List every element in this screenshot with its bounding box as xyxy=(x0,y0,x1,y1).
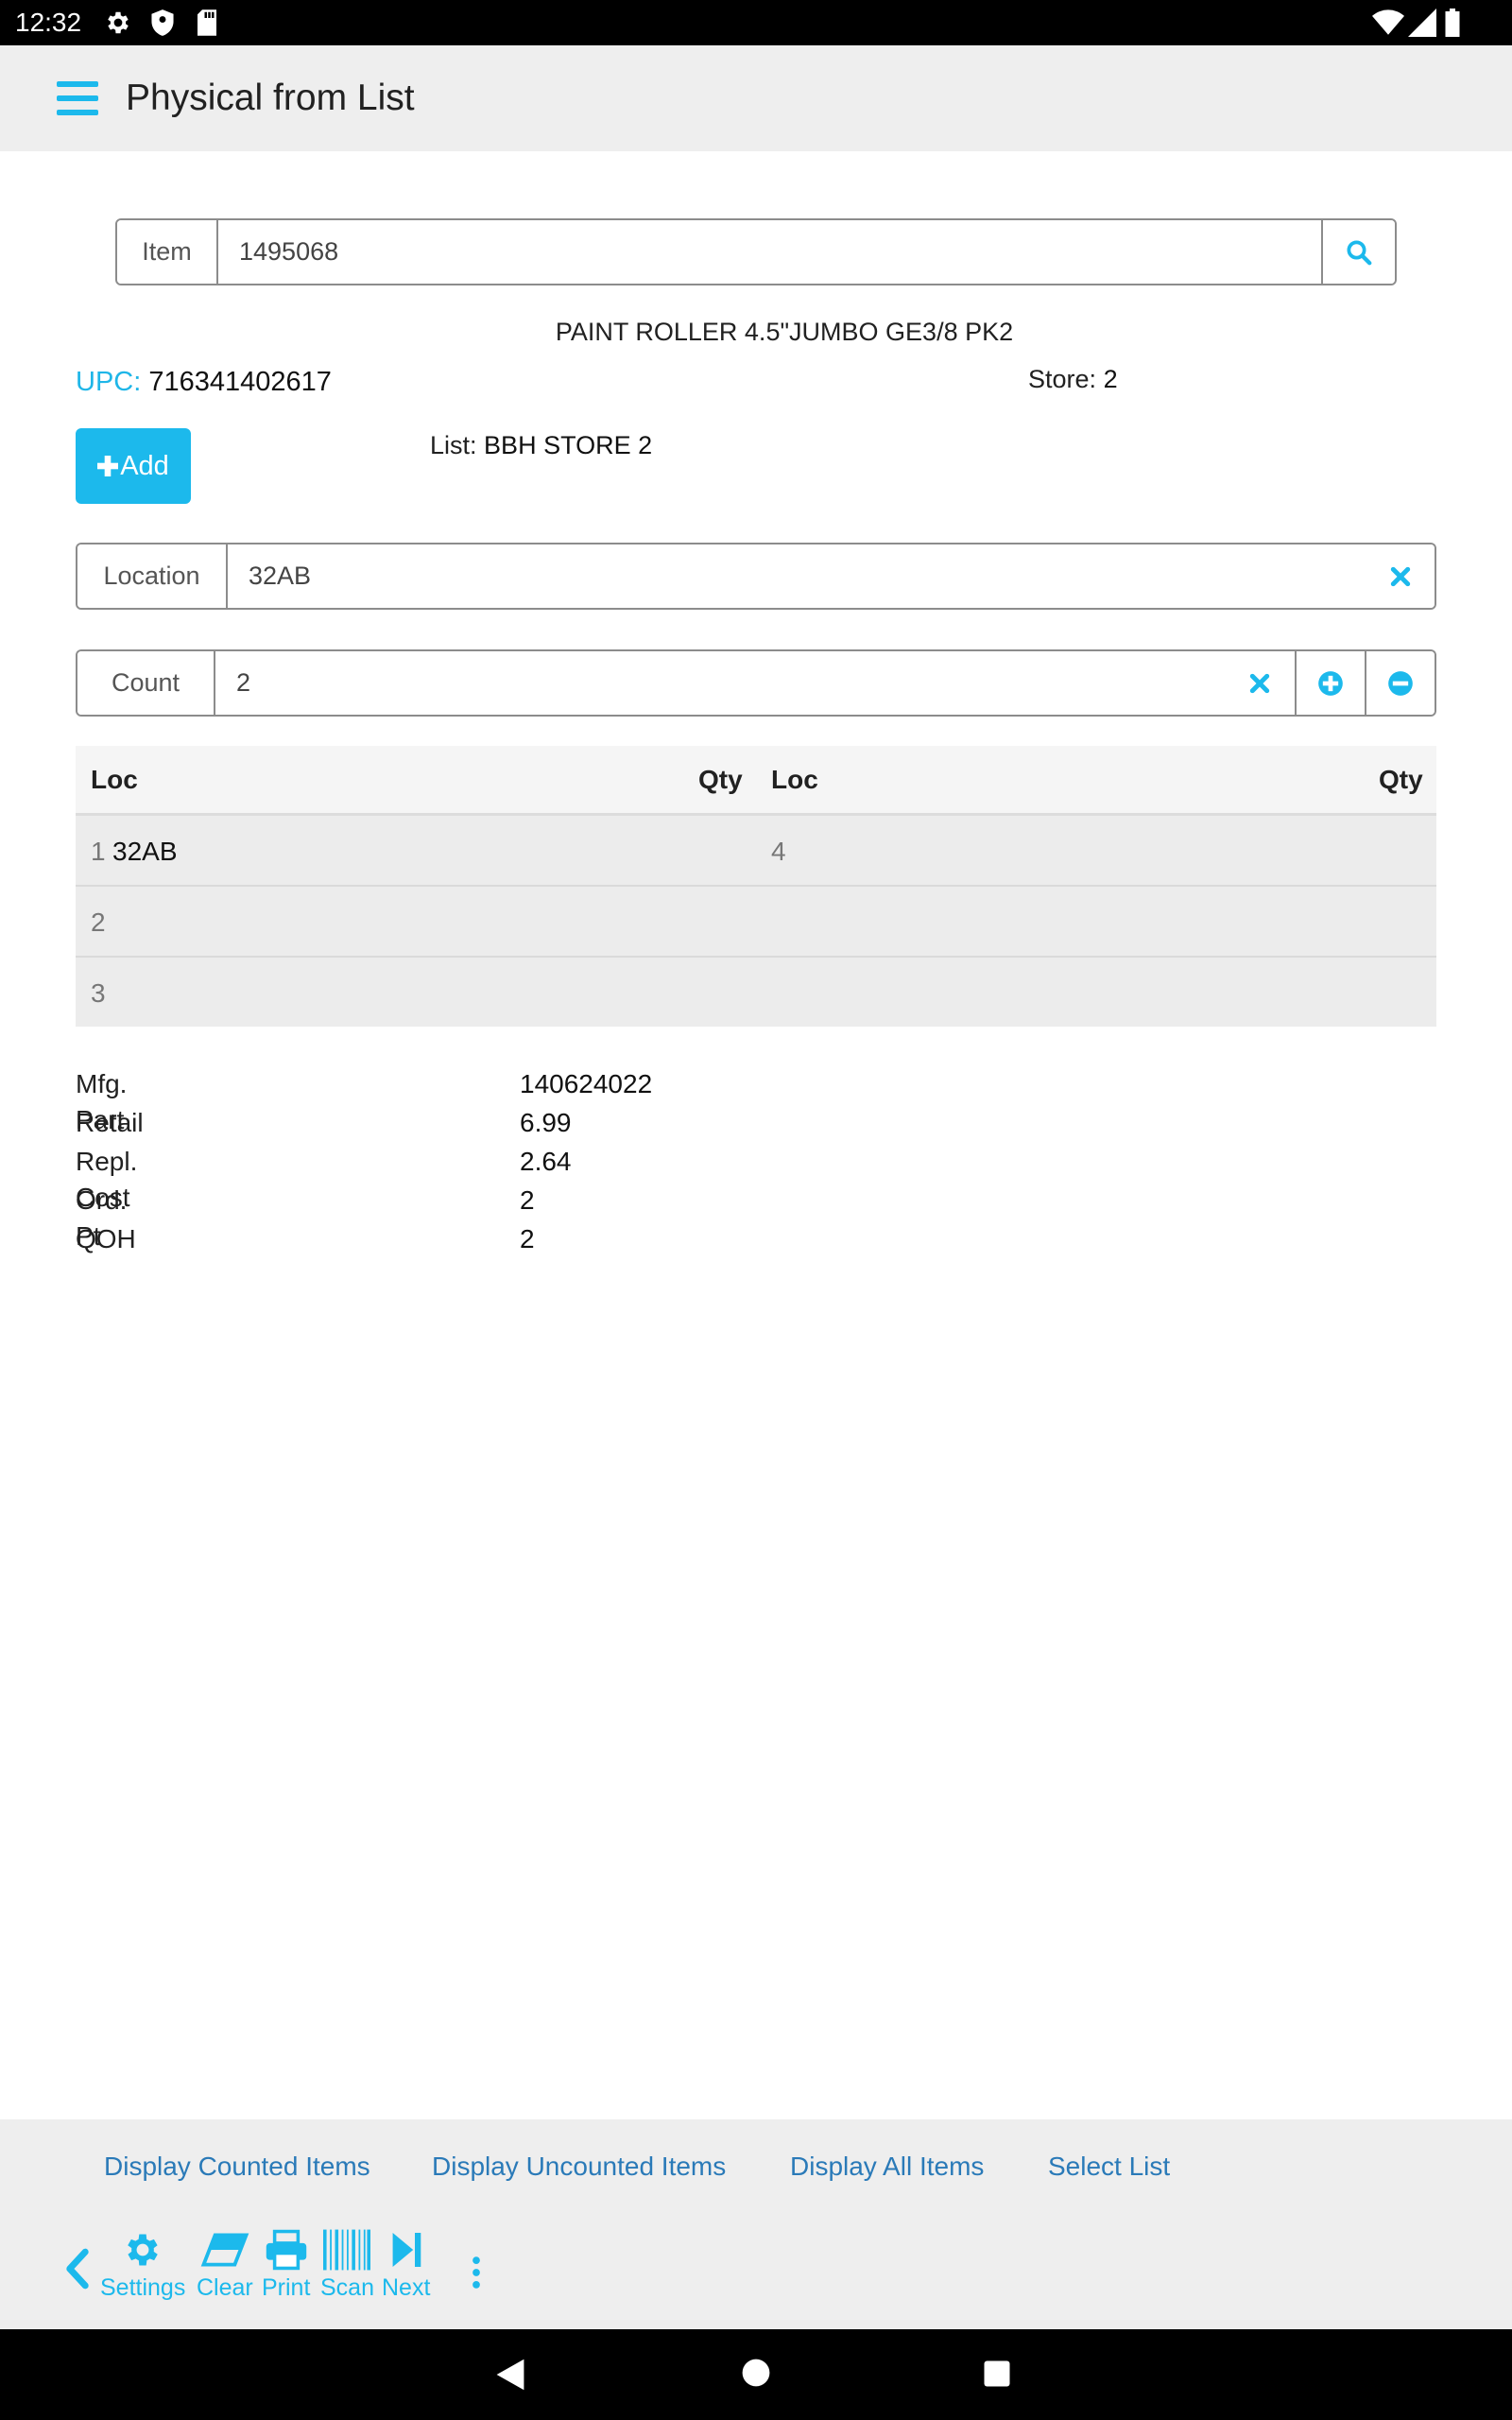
list-line: List: BBH STORE 2 xyxy=(430,428,652,462)
item-search-group: Item xyxy=(115,218,1397,285)
count-clear-button[interactable] xyxy=(1225,651,1295,715)
printer-icon xyxy=(266,2229,306,2271)
table-row[interactable]: 2 xyxy=(76,887,1436,958)
skip-next-icon xyxy=(392,2233,421,2267)
count-group: Count xyxy=(76,649,1436,717)
row-number: 1 xyxy=(91,837,106,866)
next-label: Next xyxy=(382,2274,431,2301)
clear-tool[interactable]: Clear xyxy=(197,2229,253,2302)
next-tool[interactable]: Next xyxy=(382,2229,430,2302)
detail-value: 2.64 xyxy=(520,1147,572,1176)
select-list-link[interactable]: Select List xyxy=(1048,2150,1170,2184)
nav-home-button[interactable] xyxy=(741,2358,771,2388)
print-label: Print xyxy=(262,2274,311,2301)
back-button[interactable] xyxy=(64,2248,91,2290)
table-row[interactable]: 1 32AB 4 xyxy=(76,816,1436,887)
back-triangle-icon xyxy=(496,2359,524,2391)
search-icon xyxy=(1347,240,1372,265)
store-value: 2 xyxy=(1103,365,1118,393)
status-time: 12:32 xyxy=(15,8,82,37)
search-button[interactable] xyxy=(1321,220,1395,284)
count-decrement-button[interactable] xyxy=(1365,651,1435,715)
header-loc-2: Loc xyxy=(771,765,818,794)
location-table: Loc Qty Loc Qty 1 32AB 4 2 3 xyxy=(76,746,1436,1027)
display-counted-items-link[interactable]: Display Counted Items xyxy=(104,2150,370,2184)
home-circle-icon xyxy=(742,2359,770,2387)
table-header: Loc Qty Loc Qty xyxy=(76,746,1436,816)
chevron-left-icon xyxy=(66,2248,89,2290)
recents-square-icon xyxy=(984,2360,1010,2387)
nav-back-button[interactable] xyxy=(493,2358,527,2392)
more-vertical-icon xyxy=(472,2256,480,2289)
cell-signal-icon xyxy=(1408,9,1436,37)
detail-label: Retail xyxy=(76,1108,144,1137)
row-quantity: 4 xyxy=(771,837,786,866)
count-input[interactable] xyxy=(215,651,1225,715)
header-qty-2: Qty xyxy=(1379,765,1423,794)
print-tool[interactable]: Print xyxy=(262,2229,310,2302)
plus-circle-icon xyxy=(1318,670,1343,696)
display-all-items-link[interactable]: Display All Items xyxy=(790,2150,984,2184)
row-location: 32AB xyxy=(112,837,178,866)
row-number: 2 xyxy=(91,908,106,937)
eraser-icon xyxy=(200,2233,249,2267)
more-options-button[interactable] xyxy=(467,2256,486,2290)
minus-circle-icon xyxy=(1388,670,1413,696)
header-qty-1: Qty xyxy=(698,765,743,794)
upc-value: 716341402617 xyxy=(148,367,332,397)
list-label: List: xyxy=(430,431,477,459)
scan-tool[interactable]: Scan xyxy=(320,2229,374,2302)
nav-recents-button[interactable] xyxy=(983,2360,1011,2388)
list-value: BBH STORE 2 xyxy=(484,431,653,459)
settings-label: Settings xyxy=(100,2274,186,2301)
page-title: Physical from List xyxy=(126,78,415,118)
add-button[interactable]: Add xyxy=(76,428,191,504)
item-input[interactable] xyxy=(218,220,1321,284)
close-icon xyxy=(1390,566,1411,586)
row-number: 3 xyxy=(91,978,106,1008)
system-nav-bar xyxy=(0,2329,1512,2420)
detail-value: 6.99 xyxy=(520,1108,572,1137)
sd-card-icon xyxy=(198,9,216,36)
barcode-icon xyxy=(323,2229,371,2271)
count-increment-button[interactable] xyxy=(1295,651,1365,715)
location-label: Location xyxy=(77,544,228,608)
scan-label: Scan xyxy=(320,2274,374,2301)
settings-gear-icon xyxy=(108,11,129,34)
plus-icon xyxy=(97,456,119,476)
app-bar: Physical from List xyxy=(0,45,1512,151)
store-label: Store: xyxy=(1028,365,1097,393)
item-label: Item xyxy=(117,220,218,284)
shield-icon xyxy=(151,9,174,36)
upc-line: UPC: 716341402617 xyxy=(76,364,332,400)
store-line: Store: 2 xyxy=(1028,362,1118,396)
settings-gear-icon xyxy=(128,2234,158,2266)
location-clear-button[interactable] xyxy=(1366,544,1435,608)
clear-label: Clear xyxy=(197,2274,253,2301)
add-button-label: Add xyxy=(120,450,169,481)
header-loc-1: Loc xyxy=(91,765,138,794)
location-group: Location xyxy=(76,543,1436,610)
count-label: Count xyxy=(77,651,215,715)
status-bar: 12:32 xyxy=(0,0,1512,45)
menu-button[interactable] xyxy=(47,74,108,123)
detail-value: 2 xyxy=(520,1224,535,1253)
location-input[interactable] xyxy=(228,544,1366,608)
hamburger-menu-icon xyxy=(57,81,98,115)
settings-tool[interactable]: Settings xyxy=(100,2229,185,2302)
close-icon xyxy=(1249,673,1270,693)
detail-value: 140624022 xyxy=(520,1069,653,1098)
display-uncounted-items-link[interactable]: Display Uncounted Items xyxy=(432,2150,726,2184)
upc-label: UPC: xyxy=(76,367,142,397)
detail-value: 2 xyxy=(520,1185,535,1215)
battery-icon xyxy=(1445,9,1460,37)
wifi-icon xyxy=(1372,9,1404,35)
detail-label: QOH xyxy=(76,1224,136,1253)
product-name: PAINT ROLLER 4.5"JUMBO GE3/8 PK2 xyxy=(555,318,1014,346)
table-row[interactable]: 3 xyxy=(76,958,1436,1027)
